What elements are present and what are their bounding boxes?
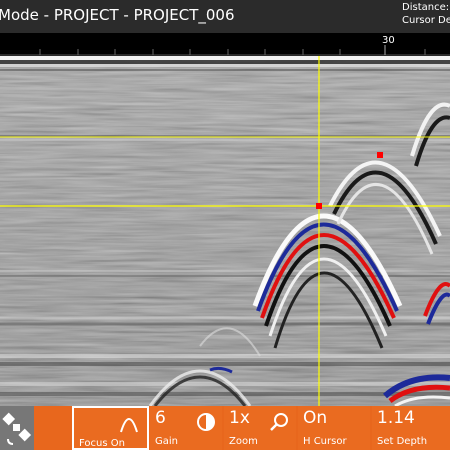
zoom-button[interactable]: 1x Zoom — [224, 406, 296, 450]
cursor-marker — [316, 203, 322, 209]
gps-button[interactable] — [0, 406, 34, 450]
focus-button[interactable]: Focus On — [72, 406, 149, 450]
depth-label: Set Depth — [377, 436, 428, 447]
contrast-icon — [197, 413, 215, 431]
title-bar: Mode - PROJECT - PROJECT_006 Distance: C… — [0, 0, 450, 33]
magnifier-icon — [270, 413, 288, 431]
zoom-value: 1x — [229, 408, 250, 428]
h-cursor-value: On — [303, 408, 328, 428]
zoom-label: Zoom — [229, 436, 258, 447]
satellite-icon — [2, 412, 32, 445]
window-title: Mode - PROJECT - PROJECT_006 — [0, 6, 235, 24]
cursor-readout: Distance: Cursor De — [402, 1, 450, 27]
target-marker — [377, 152, 383, 158]
bottom-toolbar: Focus On 6 Gain 1x Zoom On H Cursor 1.14… — [0, 406, 450, 450]
distance-scale: 30 — [0, 33, 450, 56]
scale-ruler: 30 — [0, 35, 450, 56]
radargram-view[interactable] — [0, 56, 450, 408]
cursor-depth-readout: Cursor De — [402, 15, 450, 26]
scale-tick-label: 30 — [382, 35, 395, 46]
h-cursor-label: H Cursor — [303, 436, 347, 447]
gain-label: Gain — [155, 436, 178, 447]
h-cursor-button[interactable]: On H Cursor — [298, 406, 370, 450]
focus-arc-icon — [120, 418, 138, 433]
depth-value: 1.14 — [377, 408, 415, 428]
gain-button[interactable]: 6 Gain — [150, 406, 222, 450]
gain-value: 6 — [155, 408, 166, 428]
distance-readout: Distance: — [402, 2, 450, 13]
focus-label: Focus On — [79, 438, 125, 449]
set-depth-button[interactable]: 1.14 Set Depth — [372, 406, 450, 450]
